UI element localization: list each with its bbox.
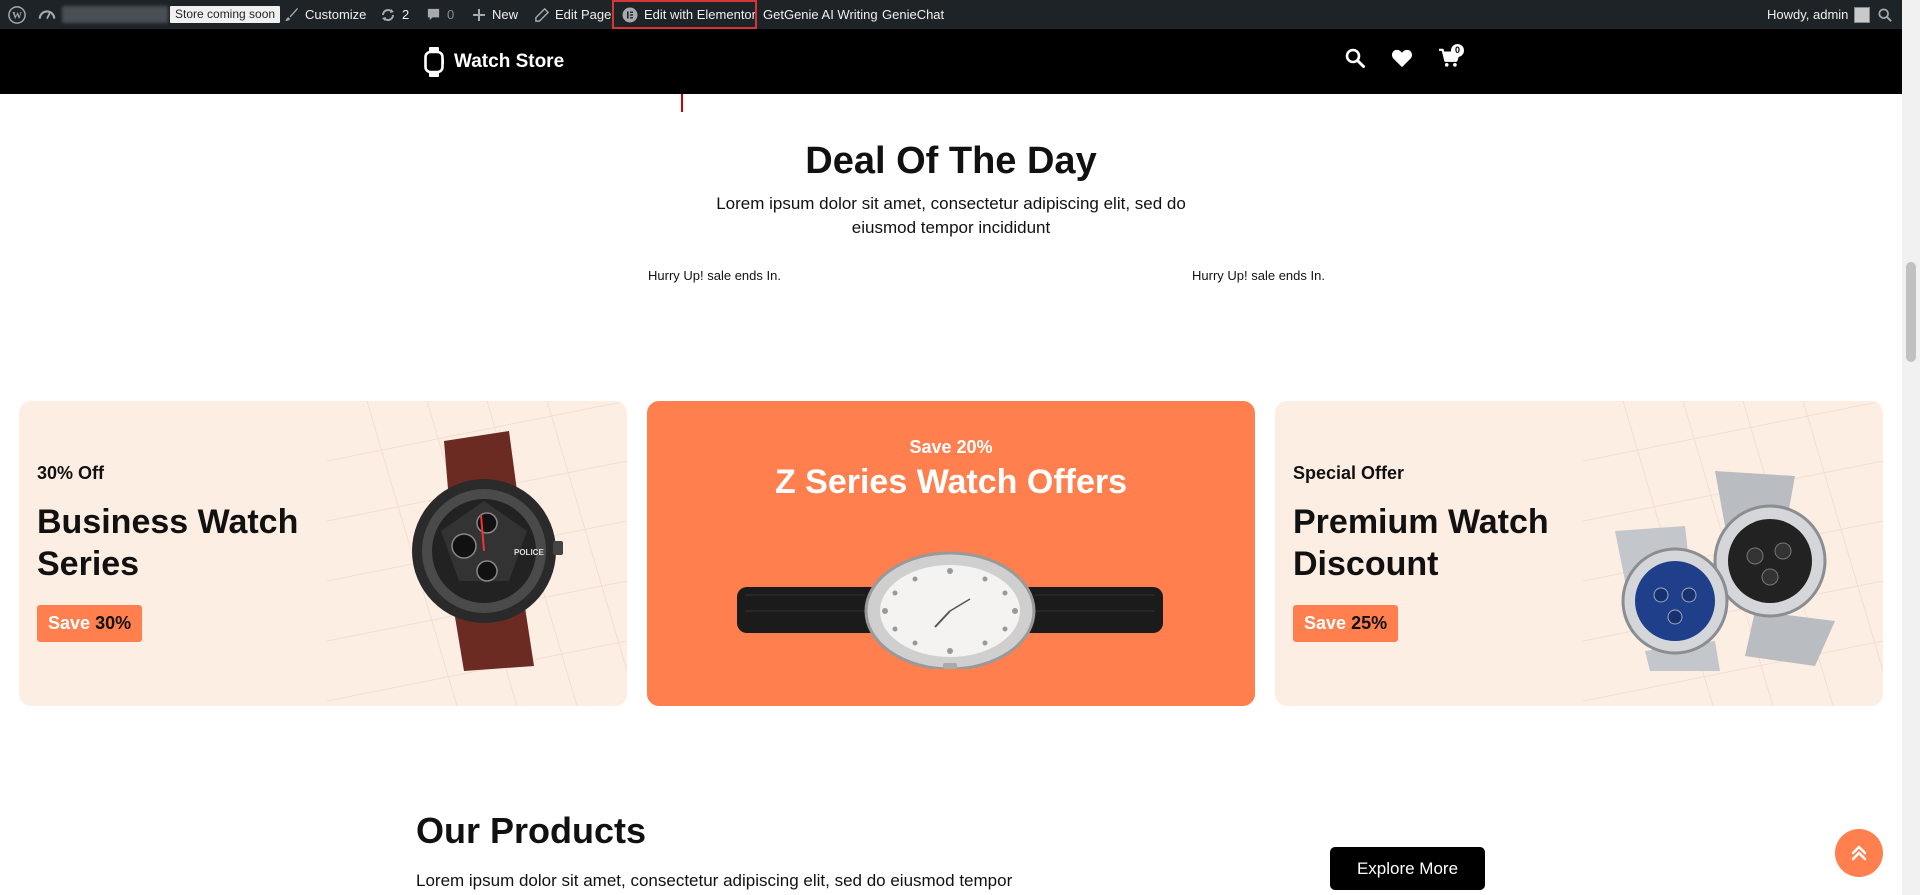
banner-title: Premium Watch Discount [1293, 503, 1549, 583]
wordpress-logo-icon[interactable]: W [8, 0, 26, 29]
dashboard-icon[interactable] [38, 0, 56, 29]
pencil-icon [535, 7, 549, 22]
plus-icon [473, 8, 485, 21]
banner-business-watch[interactable]: 30% Off Business Watch Series Save 30% P… [19, 401, 627, 706]
edit-page-label: Edit Page [555, 7, 612, 22]
banner-kicker: 30% Off [37, 463, 105, 483]
getgenie-link[interactable]: GetGenie AI Writing [763, 0, 878, 29]
police-watch-image: POLICE [412, 431, 563, 671]
customize-label: Customize [305, 7, 367, 22]
new-label: New [492, 7, 519, 22]
banner-z-series[interactable]: Save 20% Z Series Watch Offers [647, 401, 1255, 706]
page-scrollbar[interactable] [1902, 0, 1920, 895]
save-label: Save [48, 613, 91, 633]
premium-watches-image [1615, 471, 1835, 671]
scrollbar-thumb[interactable] [1906, 262, 1916, 362]
double-chevron-up-icon [1851, 845, 1867, 861]
z-series-watch-image [737, 551, 1163, 669]
updates-link[interactable]: 2 [380, 0, 409, 29]
comments-link[interactable]: 0 [426, 0, 454, 29]
new-content-link[interactable]: New [472, 0, 518, 29]
store-status[interactable]: Store coming soon [170, 0, 281, 29]
save-percent: 25% [1351, 613, 1388, 633]
products-title: Our Products [416, 810, 647, 851]
products-description: Lorem ipsum dolor sit amet, consectetur … [416, 871, 1013, 890]
brand-name: Watch Store [454, 51, 565, 72]
save-badge[interactable]: Save 30% [37, 605, 143, 642]
search-icon[interactable] [1345, 48, 1365, 68]
elementor-highlight-box [612, 0, 757, 29]
updates-count: 2 [402, 7, 410, 22]
cart-count-badge: 0 [1451, 44, 1464, 57]
howdy-label: Howdy, admin [1767, 7, 1849, 22]
comment-icon [427, 8, 440, 21]
site-header [0, 29, 1902, 94]
deal-title: Deal Of The Day [805, 140, 1097, 182]
save-percent: 30% [95, 613, 132, 633]
deal-description: Lorem ipsum dolor sit amet, consectetur … [716, 194, 1186, 237]
account-menu[interactable]: Howdy, admin [1767, 0, 1871, 29]
updates-icon [382, 8, 394, 21]
brush-icon [284, 7, 299, 22]
store-coming-soon-badge: Store coming soon [170, 6, 281, 23]
admin-bar: W Store coming soon Customize 2 0 New Ed… [0, 0, 1902, 29]
banner-kicker: Special Offer [1293, 463, 1405, 483]
banner-title: Business Watch Series [37, 503, 299, 583]
site-name-blurred[interactable] [62, 6, 168, 23]
admin-search-icon[interactable] [1878, 0, 1892, 29]
avatar [1854, 6, 1871, 23]
heart-icon[interactable] [1391, 48, 1413, 68]
save-badge[interactable]: Save 25% [1293, 605, 1399, 642]
watch-logo-icon [424, 47, 444, 77]
banner-kicker: Save 20% [909, 437, 993, 457]
geniechat-link[interactable]: GenieChat [882, 0, 944, 29]
customize-link[interactable]: Customize [284, 0, 366, 29]
timer-label-left: Hurry Up! sale ends In. [648, 268, 781, 283]
save-label: Save [1304, 613, 1347, 633]
site-brand[interactable]: Watch Store [424, 47, 564, 77]
timer-label-right: Hurry Up! sale ends In. [1192, 268, 1325, 283]
comments-count: 0 [447, 7, 455, 22]
geniechat-label: GenieChat [882, 7, 945, 22]
explore-more-button[interactable]: Explore More [1330, 847, 1485, 890]
back-to-top-button[interactable] [1835, 829, 1883, 877]
svg-text:POLICE: POLICE [514, 548, 544, 557]
getgenie-label: GetGenie AI Writing [763, 7, 878, 22]
banner-premium-watch[interactable]: Special Offer Premium Watch Discount Sav… [1275, 401, 1883, 706]
edit-page-link[interactable]: Edit Page [535, 0, 611, 29]
svg-text:W: W [12, 10, 22, 21]
banner-title: Z Series Watch Offers [774, 463, 1128, 501]
